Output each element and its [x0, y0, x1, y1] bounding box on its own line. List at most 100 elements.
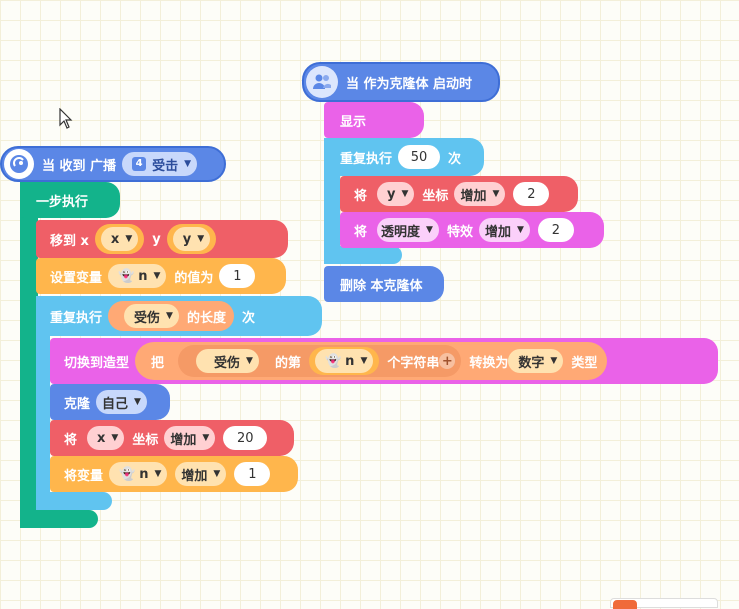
chevron-down-icon: ▼ — [426, 225, 433, 235]
one-step-block[interactable]: 一步执行 — [20, 182, 120, 218]
op-dropdown[interactable]: 增加 ▼ — [175, 462, 227, 486]
dropdown-value: 增加 — [484, 224, 511, 240]
chevron-down-icon: ▼ — [125, 234, 133, 244]
block-label: 克隆 — [64, 396, 91, 412]
delete-clone-block[interactable]: 删除 本克隆体 — [324, 266, 444, 302]
value-input[interactable]: 2 — [513, 182, 550, 206]
change-x-block[interactable]: 将 x ▼ 坐标 增加 ▼ 20 — [50, 420, 294, 456]
dropdown-value: 增加 — [181, 468, 208, 484]
dropdown-value: y — [387, 186, 396, 202]
switch-costume-block[interactable]: 切换到造型 把 受伤 ▼ 的第 👻 n ▼ 个字符串 + 转换为 数字 ▼ 类型 — [50, 338, 718, 384]
change-y-block[interactable]: 将 y ▼ 坐标 增加 ▼ 2 — [340, 176, 578, 212]
y-reporter[interactable]: y ▼ — [166, 224, 217, 254]
chevron-down-icon: ▼ — [246, 356, 253, 366]
chevron-down-icon: ▼ — [213, 469, 221, 479]
x-dropdown[interactable]: x ▼ — [100, 227, 139, 251]
char-at-reporter[interactable]: 受伤 ▼ 的第 👻 n ▼ 个字符串 + — [178, 345, 462, 377]
chevron-down-icon: ▼ — [134, 397, 141, 407]
block-label: 设置变量 — [50, 270, 103, 286]
change-variable-block[interactable]: 将变量 👻 n ▼ 增加 ▼ 1 — [50, 456, 298, 492]
effect-dropdown[interactable]: 透明度 ▼ — [377, 218, 439, 242]
char-label: 个字符串 — [387, 355, 440, 371]
axis-dropdown[interactable]: x ▼ — [87, 426, 125, 450]
dropdown-value: n — [345, 353, 355, 369]
axis-dropdown[interactable]: y ▼ — [377, 182, 415, 206]
list-length-reporter[interactable]: 受伤 ▼ 的长度 — [108, 301, 234, 331]
block-label: 将 — [354, 188, 368, 204]
dropdown-value: 受击 — [152, 158, 179, 174]
variable-ghost-icon: 👻 — [119, 466, 136, 482]
y-label: y — [152, 231, 161, 247]
set-variable-block[interactable]: 设置变量 👻 n ▼ 的值为 1 — [36, 258, 286, 294]
chevron-down-icon: ▼ — [550, 356, 558, 366]
block-label: 重复执行 — [340, 151, 393, 167]
move-to-block[interactable]: 移到 x x ▼ y y ▼ — [36, 220, 288, 258]
dropdown-value: 自己 — [102, 396, 129, 412]
chevron-down-icon: ▼ — [492, 189, 500, 199]
variable-ghost-icon: 👻 — [118, 268, 135, 284]
clone-block[interactable]: 克隆 自己 ▼ — [50, 384, 170, 420]
variable-ghost-icon: 👻 — [324, 353, 342, 369]
broadcast-icon — [4, 149, 34, 179]
repeat-clone-c-block-foot — [324, 246, 402, 264]
chevron-down-icon: ▼ — [166, 311, 173, 321]
chevron-down-icon: ▼ — [153, 271, 161, 281]
dropdown-value: 透明度 — [381, 224, 421, 240]
dropdown-value: n — [139, 466, 149, 482]
block-label: 显示 — [340, 114, 367, 130]
x-reporter[interactable]: x ▼ — [94, 224, 145, 254]
partial-toolbar-widget[interactable] — [610, 598, 718, 609]
value-input[interactable]: 1 — [234, 462, 271, 486]
variable-reporter[interactable]: 👻 n ▼ — [308, 347, 380, 375]
chevron-down-icon: ▼ — [184, 159, 191, 169]
block-label: 重复执行 — [50, 310, 103, 326]
coord-label: 坐标 — [132, 432, 159, 448]
block-label: 当 作为克隆体 启动时 — [346, 76, 473, 92]
op-dropdown[interactable]: 增加 ▼ — [454, 182, 506, 206]
convert-type-reporter[interactable]: 把 受伤 ▼ 的第 👻 n ▼ 个字符串 + 转换为 数字 ▼ 类型 — [135, 342, 608, 380]
when-receive-broadcast-block[interactable]: 当 收到 广播 4 受击 ▼ — [0, 146, 226, 182]
block-label: 切换到造型 — [64, 355, 130, 371]
clone-target-dropdown[interactable]: 自己 ▼ — [96, 390, 147, 414]
list-dropdown[interactable]: 受伤 ▼ — [124, 304, 179, 328]
change-effect-block[interactable]: 将 透明度 ▼ 特效 增加 ▼ 2 — [340, 212, 604, 248]
block-label: 删除 本克隆体 — [340, 278, 423, 294]
dropdown-value: n — [138, 268, 148, 284]
when-start-as-clone-block[interactable]: 当 作为克隆体 启动时 — [302, 62, 500, 102]
chevron-down-icon: ▼ — [516, 225, 524, 235]
broadcast-message-dropdown[interactable]: 4 受击 ▼ — [122, 152, 197, 176]
block-label: 当 收到 广播 — [42, 158, 117, 174]
dropdown-value: 增加 — [460, 188, 487, 204]
block-label: 将变量 — [64, 468, 104, 484]
dropdown-value: 数字 — [518, 355, 545, 371]
op-dropdown[interactable]: 增加 ▼ — [478, 218, 530, 242]
times-label: 次 — [241, 310, 255, 326]
ba-label: 把 — [151, 355, 165, 371]
show-block[interactable]: 显示 — [324, 102, 424, 138]
times-input[interactable]: 50 — [398, 145, 441, 169]
clone-icon — [306, 66, 338, 98]
convert-label: 转换为 — [469, 355, 509, 371]
times-label: 次 — [448, 151, 462, 167]
y-dropdown[interactable]: y ▼ — [172, 227, 211, 251]
value-input[interactable]: 2 — [537, 218, 574, 242]
di-label: 的第 — [274, 355, 301, 371]
op-dropdown[interactable]: 增加 ▼ — [164, 426, 216, 450]
repeat-clone-block[interactable]: 重复执行 50 次 — [324, 138, 484, 176]
string-dropdown[interactable]: 受伤 ▼ — [196, 349, 259, 373]
chevron-down-icon: ▼ — [154, 469, 162, 479]
variable-dropdown[interactable]: 👻 n ▼ — [108, 264, 167, 288]
dropdown-value: 增加 — [170, 432, 197, 448]
variable-dropdown[interactable]: 👻 n ▼ — [314, 349, 374, 373]
type-label: 类型 — [571, 355, 598, 371]
value-input[interactable]: 20 — [223, 426, 268, 450]
dropdown-value: 受伤 — [134, 310, 161, 326]
dropdown-value: x — [110, 231, 120, 247]
mouse-cursor-icon — [59, 108, 73, 129]
add-argument-icon[interactable]: + — [439, 353, 456, 369]
value-input[interactable]: 1 — [219, 264, 256, 288]
type-dropdown[interactable]: 数字 ▼ — [508, 349, 564, 373]
repeat-block[interactable]: 重复执行 受伤 ▼ 的长度 次 — [36, 296, 322, 336]
variable-dropdown[interactable]: 👻 n ▼ — [109, 462, 168, 486]
coord-label: 坐标 — [422, 188, 449, 204]
